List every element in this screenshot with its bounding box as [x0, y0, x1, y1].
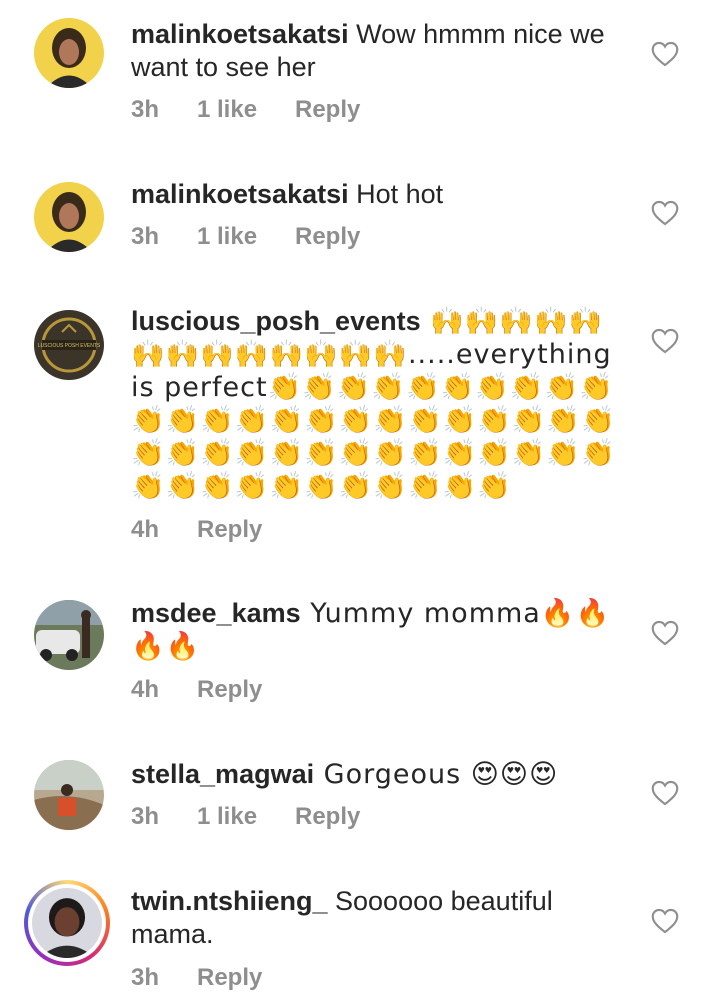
comment-meta: 4h Reply — [131, 676, 262, 704]
heart-outline-icon[interactable] — [651, 780, 679, 806]
comment-time: 3h — [131, 803, 160, 830]
comment-meta: 3h 1 like Reply — [131, 223, 360, 251]
comment-meta: 4h Reply — [131, 516, 262, 544]
comment-time: 3h — [131, 96, 160, 123]
comment-text: malinkoetsakatsi Wow hmmm nice we want t… — [131, 18, 631, 84]
comment-username[interactable]: twin.ntshiieng_ — [131, 886, 328, 916]
heart-outline-icon[interactable] — [651, 41, 679, 67]
user-avatar[interactable] — [34, 760, 104, 830]
reply-button[interactable]: Reply — [295, 803, 360, 831]
comment-meta: 3h 1 like Reply — [131, 96, 360, 124]
comment-meta: 3h Reply — [131, 964, 262, 992]
comment-time: 4h — [131, 676, 160, 703]
comment-text: msdee_kams Yummy momma🔥🔥🔥🔥 — [131, 597, 631, 663]
user-avatar[interactable] — [34, 600, 104, 670]
avatar-logo-text: LUSCIOUS POSH EVENTS — [38, 343, 101, 349]
comment-username[interactable]: malinkoetsakatsi — [131, 179, 349, 209]
comment-time: 3h — [131, 964, 160, 991]
story-ring-avatar[interactable] — [24, 880, 110, 966]
reply-button[interactable]: Reply — [197, 676, 262, 704]
comment-time: 4h — [131, 516, 160, 543]
comment-likes[interactable]: 1 like — [197, 223, 295, 251]
comment-username[interactable]: luscious_posh_events — [131, 306, 421, 336]
reply-button[interactable]: Reply — [197, 516, 262, 544]
comment-body: Gorgeous 😍😍😍 — [314, 759, 559, 790]
comment-username[interactable]: malinkoetsakatsi — [131, 19, 349, 49]
comment-username[interactable]: stella_magwai — [131, 759, 314, 789]
comment-likes[interactable]: 1 like — [197, 803, 295, 831]
user-avatar[interactable]: LUSCIOUS POSH EVENTS — [34, 310, 104, 380]
comment-username[interactable]: msdee_kams — [131, 598, 301, 628]
user-avatar[interactable] — [34, 18, 104, 88]
comment-likes[interactable]: 1 like — [197, 96, 295, 124]
reply-button[interactable]: Reply — [197, 964, 262, 992]
comment-time: 3h — [131, 223, 160, 250]
comment-body: Hot hot — [348, 179, 444, 209]
reply-button[interactable]: Reply — [295, 96, 360, 124]
heart-outline-icon[interactable] — [651, 908, 679, 934]
user-avatar[interactable] — [34, 182, 104, 252]
comment-text: luscious_posh_events 🙌🙌🙌🙌🙌🙌🙌🙌🙌🙌🙌🙌🙌.....e… — [131, 305, 631, 503]
heart-outline-icon[interactable] — [651, 328, 679, 354]
heart-outline-icon[interactable] — [651, 620, 679, 646]
comment-text: malinkoetsakatsi Hot hot — [131, 178, 631, 211]
comment-text: twin.ntshiieng_ Soooooo beautiful mama. — [131, 885, 631, 951]
comment-meta: 3h 1 like Reply — [131, 803, 360, 831]
heart-outline-icon[interactable] — [651, 200, 679, 226]
reply-button[interactable]: Reply — [295, 223, 360, 251]
comment-text: stella_magwai Gorgeous 😍😍😍 — [131, 758, 631, 791]
